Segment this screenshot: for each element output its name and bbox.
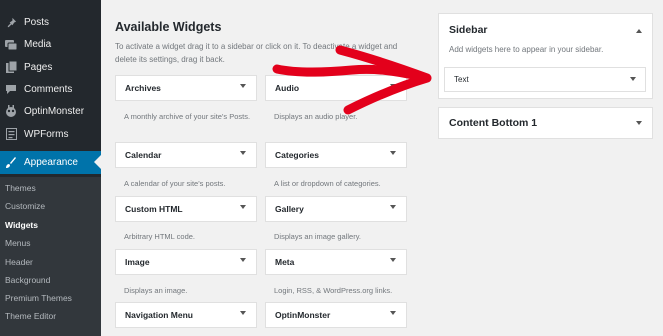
media-icon — [4, 37, 18, 51]
wpforms-icon — [4, 127, 18, 141]
menu-label: Comments — [24, 83, 73, 95]
widget-description: Displays an audio player. — [274, 112, 358, 121]
submenu-header[interactable]: Header — [5, 257, 33, 267]
menu-item-optinmonster[interactable]: OptinMonster — [0, 100, 101, 122]
widget-navigation-menu[interactable]: Navigation Menu — [115, 302, 257, 328]
widget-title: Audio — [275, 83, 300, 93]
caret-down-icon[interactable] — [636, 121, 642, 125]
caret-down-icon[interactable] — [390, 258, 396, 262]
menu-item-media[interactable]: Media — [0, 33, 101, 55]
submenu-customize[interactable]: Customize — [5, 201, 45, 211]
caret-down-icon[interactable] — [240, 258, 246, 262]
widget-title: Image — [125, 257, 150, 267]
menu-label: Media — [24, 38, 52, 50]
optinmonster-icon — [4, 104, 18, 118]
sidebar-area-description: Add widgets here to appear in your sideb… — [449, 45, 604, 54]
widget-archives[interactable]: Archives — [115, 75, 257, 101]
current-menu-pointer — [94, 155, 101, 169]
menu-label: Appearance — [24, 157, 78, 168]
comments-icon — [4, 82, 18, 96]
widget-title: Navigation Menu — [125, 310, 194, 320]
widget-image[interactable]: Image — [115, 249, 257, 275]
brush-icon — [4, 156, 18, 170]
widget-title: OptinMonster — [275, 310, 331, 320]
widget-categories[interactable]: Categories — [265, 142, 407, 168]
sidebar-text-widget[interactable]: Text — [444, 67, 646, 92]
widget-title: Meta — [275, 257, 295, 267]
widget-title: Archives — [125, 83, 161, 93]
submenu-widgets[interactable]: Widgets — [5, 220, 38, 230]
caret-down-icon[interactable] — [240, 311, 246, 315]
widget-title: Calendar — [125, 150, 162, 160]
menu-item-pages[interactable]: Pages — [0, 56, 101, 78]
caret-down-icon[interactable] — [390, 84, 396, 88]
widget-description: Login, RSS, & WordPress.org links. — [274, 286, 393, 295]
appearance-submenu: Themes Customize Widgets Menus Header Ba… — [0, 177, 101, 336]
sidebar-area-title: Sidebar — [449, 24, 488, 36]
widget-calendar[interactable]: Calendar — [115, 142, 257, 168]
caret-down-icon[interactable] — [240, 205, 246, 209]
submenu-theme-editor[interactable]: Theme Editor — [5, 311, 56, 321]
content-bottom-title: Content Bottom 1 — [449, 117, 538, 129]
pin-icon — [4, 15, 18, 29]
widget-description: A calendar of your site's posts. — [124, 179, 226, 188]
caret-down-icon[interactable] — [390, 151, 396, 155]
widget-description: Arbitrary HTML code. — [124, 232, 195, 241]
widget-audio[interactable]: Audio — [265, 75, 407, 101]
widget-title: Text — [454, 75, 469, 84]
available-widgets-description: To activate a widget drag it to a sideba… — [115, 42, 398, 64]
admin-sidebar: Posts Media Pages Comments OptinMonster … — [0, 0, 101, 336]
widget-meta[interactable]: Meta — [265, 249, 407, 275]
widget-title: Gallery — [275, 204, 304, 214]
submenu-premium-themes[interactable]: Premium Themes — [5, 293, 72, 303]
menu-item-appearance[interactable]: Appearance — [0, 151, 101, 174]
widget-description: A monthly archive of your site's Posts. — [124, 112, 251, 121]
submenu-themes[interactable]: Themes — [5, 183, 36, 193]
caret-down-icon[interactable] — [240, 84, 246, 88]
menu-label: OptinMonster — [24, 105, 85, 117]
menu-label: WPForms — [24, 128, 69, 140]
caret-down-icon[interactable] — [630, 77, 636, 81]
caret-down-icon[interactable] — [390, 311, 396, 315]
menu-item-comments[interactable]: Comments — [0, 78, 101, 100]
caret-up-icon[interactable] — [636, 29, 642, 33]
menu-label: Pages — [24, 61, 53, 73]
widget-title: Categories — [275, 150, 319, 160]
menu-item-wpforms[interactable]: WPForms — [0, 123, 101, 145]
widget-gallery[interactable]: Gallery — [265, 196, 407, 222]
widget-description: Displays an image gallery. — [274, 232, 361, 241]
caret-down-icon[interactable] — [390, 205, 396, 209]
caret-down-icon[interactable] — [240, 151, 246, 155]
widget-title: Custom HTML — [125, 204, 183, 214]
widget-description: A list or dropdown of categories. — [274, 179, 381, 188]
widget-optinmonster[interactable]: OptinMonster — [265, 302, 407, 328]
menu-label: Posts — [24, 16, 50, 28]
content-bottom-widget-area[interactable]: Content Bottom 1 — [438, 107, 653, 139]
pages-icon — [4, 60, 18, 74]
widget-custom-html[interactable]: Custom HTML — [115, 196, 257, 222]
available-widgets-title: Available Widgets — [115, 20, 222, 34]
widget-description: Displays an image. — [124, 286, 188, 295]
submenu-menus[interactable]: Menus — [5, 238, 31, 248]
menu-item-posts[interactable]: Posts — [0, 11, 101, 33]
submenu-background[interactable]: Background — [5, 275, 50, 285]
